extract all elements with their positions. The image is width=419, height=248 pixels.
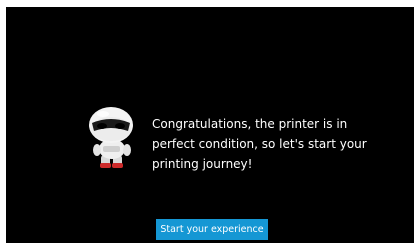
start-experience-button[interactable]: Start your experience [156,219,268,240]
message-line: perfect condition, so let's start your [152,137,367,151]
onboarding-screen: Congratulations, the printer is in perfe… [6,7,414,243]
message-line: printing journey! [152,157,253,171]
congratulations-message: Congratulations, the printer is in perfe… [152,114,367,174]
message-line: Congratulations, the printer is in [152,117,348,131]
robot-mascot-icon [86,105,138,169]
